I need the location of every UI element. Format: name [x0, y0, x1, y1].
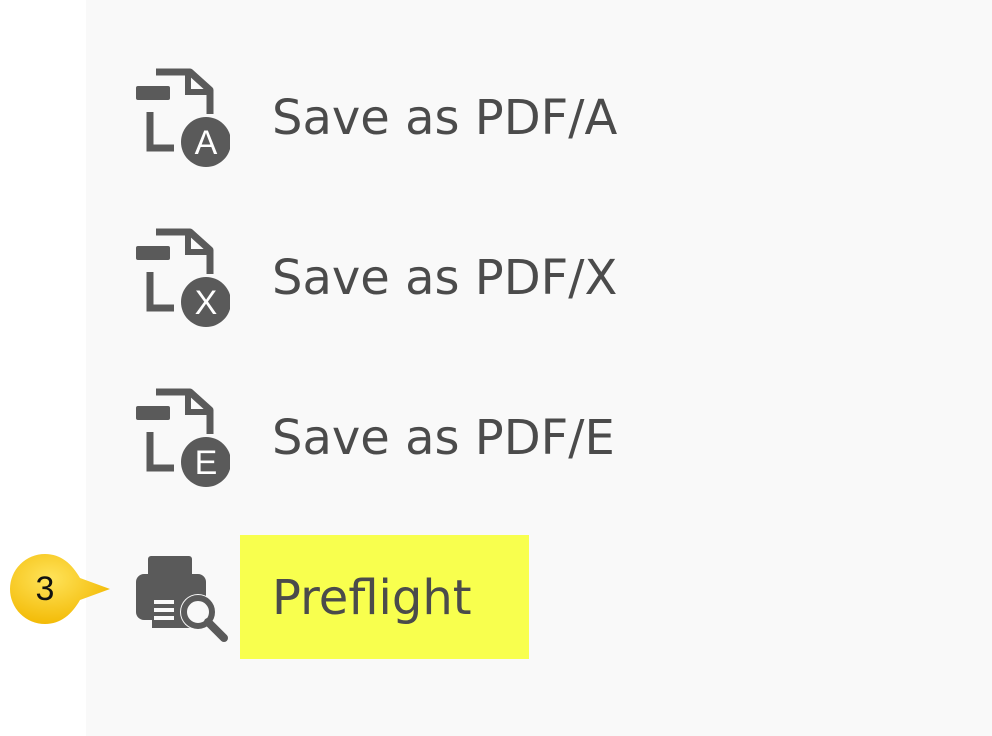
menu-item-label: Save as PDF/X [272, 250, 618, 306]
menu-item-label: Preflight [272, 570, 472, 626]
preflight-printer-magnifier-icon [136, 556, 228, 642]
svg-text:X: X [195, 284, 218, 322]
save-as-pdfx-icon: X [136, 228, 230, 327]
svg-text:E: E [195, 444, 218, 482]
step-callout-number: 3 [35, 569, 55, 608]
save-as-pdfa-icon: A [136, 68, 230, 167]
svg-text:A: A [195, 124, 218, 162]
save-as-pdfe-icon: E [136, 388, 230, 487]
menu-item-label: Save as PDF/A [272, 90, 618, 146]
menu-item-label: Save as PDF/E [272, 410, 615, 466]
